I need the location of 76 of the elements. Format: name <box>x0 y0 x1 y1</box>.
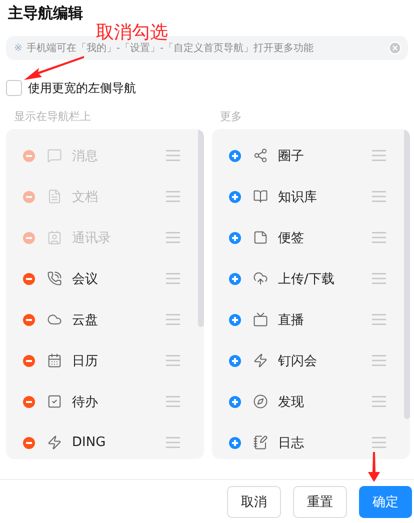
tv-icon <box>253 312 268 327</box>
add-icon[interactable] <box>229 314 241 326</box>
notice-mark: ※ <box>14 42 22 54</box>
drag-handle-icon[interactable] <box>372 191 386 202</box>
calendar-icon <box>47 353 62 368</box>
nav-item-label: 文档 <box>72 188 99 206</box>
drag-handle-icon[interactable] <box>372 355 386 366</box>
column-heading: 更多 <box>219 109 243 125</box>
nav-item-label: 圈子 <box>278 148 305 164</box>
nav-item-label: 会议 <box>72 270 99 288</box>
nav-item-label: 钉闪会 <box>278 352 318 370</box>
checkbox-label: 使用更宽的左侧导航 <box>28 80 136 96</box>
notice-text: 手机端可在「我的」-「设置」-「自定义首页导航」打开更多功能 <box>26 42 315 55</box>
nav-item-label: 知识库 <box>278 188 318 206</box>
note-icon <box>253 230 268 245</box>
nav-item-label: 日志 <box>278 434 305 452</box>
add-icon[interactable] <box>229 232 241 244</box>
drag-handle-icon[interactable] <box>166 355 180 366</box>
chat-bubble-icon <box>47 148 62 163</box>
scrollbar-thumb[interactable] <box>404 129 410 419</box>
drag-handle-icon[interactable] <box>372 314 386 325</box>
drag-handle-icon[interactable] <box>166 396 180 407</box>
nav-item-label: 便签 <box>278 230 305 246</box>
drag-handle-icon[interactable] <box>166 437 180 448</box>
remove-icon[interactable] <box>23 354 35 366</box>
lightning-icon <box>47 435 62 450</box>
drag-handle-icon[interactable] <box>372 232 386 243</box>
add-icon[interactable] <box>229 354 241 366</box>
drag-handle-icon[interactable] <box>166 273 180 284</box>
annotation-text: 取消勾选 <box>96 21 168 43</box>
annotation-arrow <box>368 452 380 482</box>
close-icon[interactable] <box>388 41 402 55</box>
add-icon[interactable] <box>229 150 241 162</box>
drag-handle-icon[interactable] <box>372 396 386 407</box>
cloud-upload-icon <box>253 271 268 286</box>
nav-item-label: 通讯录 <box>72 230 112 246</box>
nav-item-label: 直播 <box>278 312 305 328</box>
scrollbar-thumb[interactable] <box>198 129 204 327</box>
dialog-button[interactable]: 重置 <box>293 486 347 518</box>
add-icon[interactable] <box>229 436 241 448</box>
remove-icon[interactable] <box>23 396 35 408</box>
drag-handle-icon[interactable] <box>166 232 180 243</box>
add-icon[interactable] <box>229 190 241 202</box>
cloud-icon <box>47 312 62 327</box>
nav-item-label: 云盘 <box>72 312 99 328</box>
notebook-icon <box>253 435 268 450</box>
contact-book-icon <box>47 230 62 245</box>
nav-item-label: 待办 <box>72 394 99 410</box>
drag-handle-icon[interactable] <box>372 437 386 448</box>
dialog-button[interactable]: 取消 <box>227 486 281 518</box>
remove-icon[interactable] <box>23 272 35 284</box>
add-icon[interactable] <box>229 272 241 284</box>
lightning-icon <box>253 353 268 368</box>
column-heading: 显示在导航栏上 <box>13 109 92 125</box>
drag-handle-icon[interactable] <box>372 273 386 284</box>
document-icon <box>47 189 62 204</box>
nav-item-label: DING <box>72 435 107 450</box>
compass-icon <box>253 394 268 409</box>
remove-icon[interactable] <box>23 314 35 326</box>
nodes-icon <box>253 148 268 163</box>
nav-item-label: 消息 <box>72 148 99 164</box>
nav-item-label: 发现 <box>278 394 305 410</box>
drag-handle-icon[interactable] <box>166 150 180 161</box>
checkbox[interactable] <box>6 80 22 96</box>
annotation-arrow <box>24 56 84 80</box>
nav-item-label: 日历 <box>72 352 99 370</box>
add-icon[interactable] <box>229 396 241 408</box>
drag-handle-icon[interactable] <box>166 191 180 202</box>
checkbox-icon <box>47 394 62 409</box>
drag-handle-icon[interactable] <box>166 314 180 325</box>
remove-icon[interactable] <box>23 436 35 448</box>
dialog-title: 主导航编辑 <box>7 3 83 24</box>
book-icon <box>253 189 268 204</box>
nav-item-label: 上传/下载 <box>278 270 336 288</box>
drag-handle-icon[interactable] <box>372 150 386 161</box>
phone-icon <box>47 271 62 286</box>
